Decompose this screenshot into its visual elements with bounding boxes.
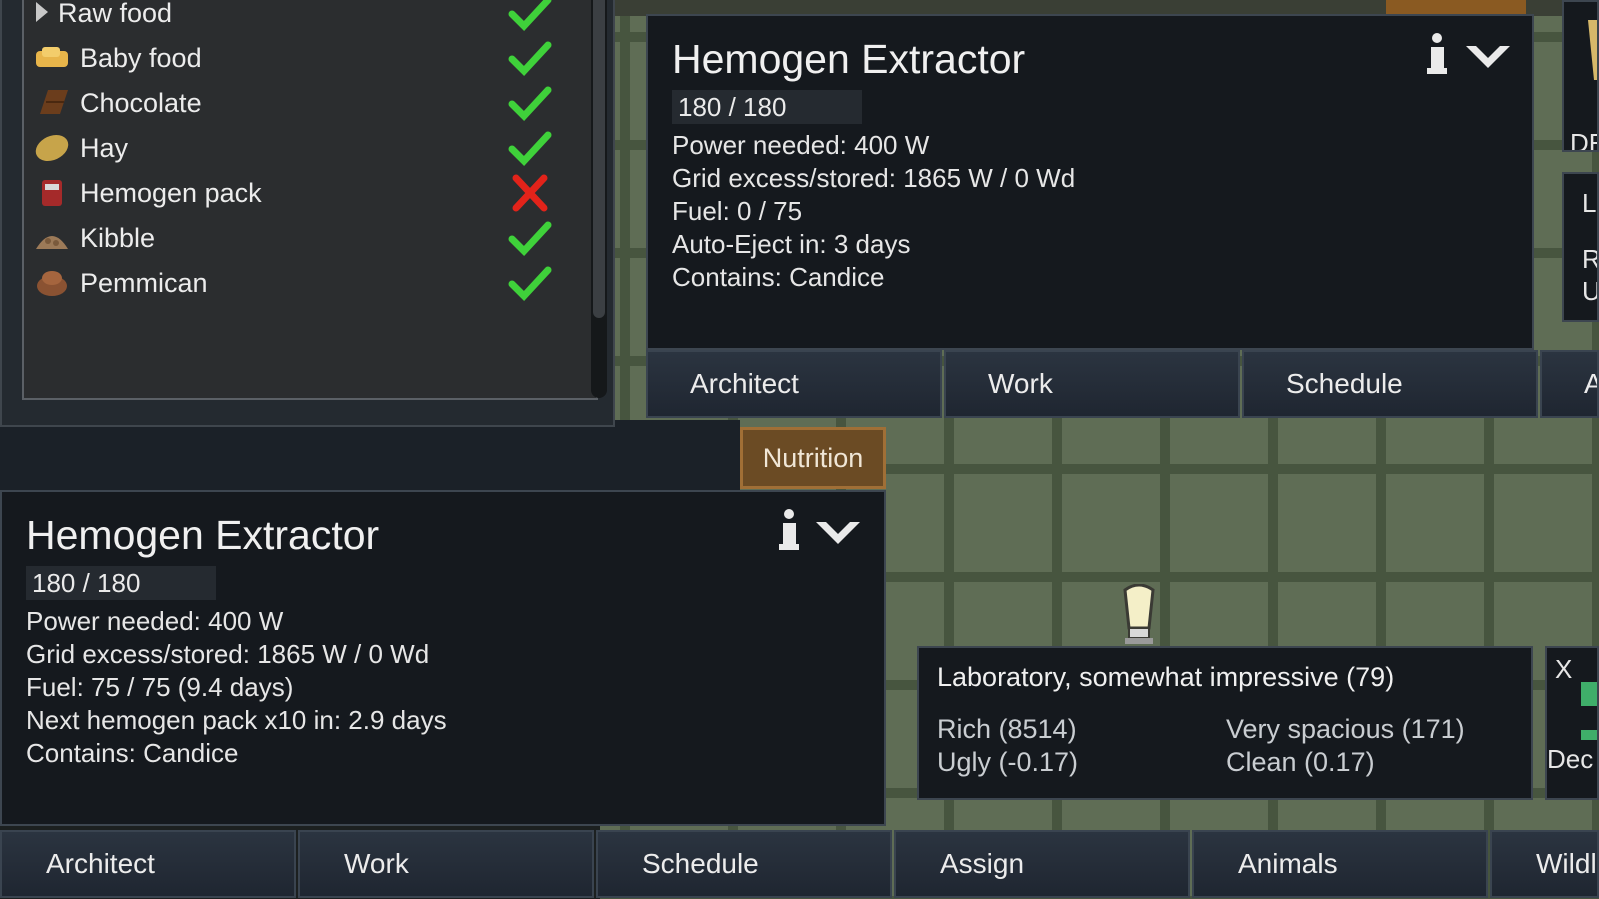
hit-points-bar: 180 / 180 [26,566,216,600]
inspect-line-fuel: Fuel: 75 / 75 (9.4 days) [26,672,294,702]
filter-row-hemogen-pack[interactable]: Hemogen pack [30,172,550,212]
inspect-line-eject: Auto-Eject in: 3 days [672,229,911,259]
tab-architect-top[interactable]: Architect [646,350,942,418]
check-icon[interactable] [508,0,552,32]
filter-label: Hay [80,133,129,163]
filter-row-raw-food[interactable]: Raw food [30,0,552,32]
room-stat-beauty: Ugly (-0.17) [937,747,1079,777]
info-icon[interactable] [776,508,802,552]
tab-label: Work [344,848,409,879]
filter-scrollbar[interactable] [591,0,607,398]
tab-animals[interactable]: Animals [1192,830,1488,898]
nutrition-tab[interactable]: Nutrition [740,427,886,489]
collapse-icon[interactable] [814,518,862,548]
filter-label: Hemogen pack [80,178,262,208]
filter-label: Baby food [80,43,202,73]
tab-label: A [1584,368,1597,400]
inspect-line-fuel: Fuel: 0 / 75 [672,196,803,226]
tab-label: Schedule [1286,368,1403,399]
room-stats-readout: Laboratory, somewhat impressive (79) Ric… [917,646,1533,800]
check-icon[interactable] [508,84,552,122]
tab-work-top[interactable]: Work [944,350,1240,418]
filter-row-kibble[interactable]: Kibble [30,217,552,257]
edge-panel-de: DE [1562,0,1599,152]
check-icon[interactable] [508,264,552,302]
edge-panel-dec: X Dec [1545,646,1599,800]
edge-green-swatch-small [1581,730,1597,740]
inspect-title: Hemogen Extractor [26,512,380,558]
tab-label: Schedule [642,848,759,879]
edge-label-de: DE [1570,128,1597,152]
close-x-label[interactable]: X [1555,654,1572,685]
room-title: Laboratory, somewhat impressive (79) [937,662,1395,692]
tab-schedule[interactable]: Schedule [596,830,892,898]
filter-row-baby-food[interactable]: Baby food [30,37,552,77]
inspect-line-power: Power needed: 400 W [672,130,930,160]
hemogen-pack-icon [42,180,62,206]
tab-label: Architect [46,848,155,879]
pemmican-icon [37,271,67,296]
tab-assign-top[interactable]: A [1540,350,1599,418]
edge-panel-lru: L R U [1562,172,1599,322]
kibble-icon [36,236,68,249]
tab-schedule-top[interactable]: Schedule [1242,350,1538,418]
check-icon[interactable] [508,219,552,257]
filter-label: Raw food [58,0,173,28]
filter-row-hay[interactable]: Hay [30,127,552,167]
filter-row-chocolate[interactable]: Chocolate [30,82,552,122]
inspect-title: Hemogen Extractor [672,36,1026,82]
tab-label: Architect [690,368,799,399]
edge-green-swatch [1581,682,1597,706]
edge-art-icon [1588,20,1597,80]
collapse-icon[interactable] [1464,42,1512,72]
tab-assign[interactable]: Assign [894,830,1190,898]
hay-icon [35,134,69,162]
lamp-icon[interactable] [1117,584,1161,646]
tab-architect[interactable]: Architect [0,830,296,898]
inspect-panel-bottom: Hemogen Extractor 180 / 180 Power needed… [0,490,886,826]
chocolate-icon [40,90,68,114]
filter-label: Pemmican [80,268,208,298]
room-stat-cleanliness: Clean (0.17) [1226,747,1375,777]
inspect-line-next-pack: Next hemogen pack x10 in: 2.9 days [26,705,447,735]
edge-label-dec: Dec [1547,744,1594,774]
filter-scrollbar-thumb[interactable] [593,0,605,318]
room-stat-wealth: Rich (8514) [937,714,1077,744]
edge-label-r: R [1582,244,1599,274]
tab-label: Assign [940,848,1025,879]
check-icon[interactable] [508,39,552,77]
inspect-line-grid: Grid excess/stored: 1865 W / 0 Wd [26,639,430,669]
inspect-line-contains: Contains: Candice [26,738,239,768]
tab-wildlife[interactable]: Wildl [1490,830,1599,898]
filter-label: Chocolate [80,88,202,118]
info-icon[interactable] [1424,32,1450,76]
inspect-line-grid: Grid excess/stored: 1865 W / 0 Wd [672,163,1076,193]
baby-food-icon [36,47,68,67]
tab-label: Work [988,368,1053,399]
inspect-panel-top: Hemogen Extractor 180 / 180 Power needed… [646,14,1534,350]
map-orange-block [1386,0,1526,14]
filter-row-pemmican[interactable]: Pemmican [30,262,552,302]
tab-label: Wildl [1536,848,1597,879]
inspect-line-contains: Contains: Candice [672,262,885,292]
cross-icon[interactable] [508,174,552,212]
filter-label: Kibble [80,223,156,253]
check-icon[interactable] [508,129,552,167]
hit-points-bar: 180 / 180 [672,90,862,124]
edge-label-l: L [1582,188,1597,218]
edge-label-u: U [1582,276,1599,306]
inspect-line-power: Power needed: 400 W [26,606,284,636]
tab-label: Animals [1238,848,1338,879]
tab-work[interactable]: Work [298,830,594,898]
map-dark-area [0,420,740,490]
room-stat-space: Very spacious (171) [1226,714,1465,744]
